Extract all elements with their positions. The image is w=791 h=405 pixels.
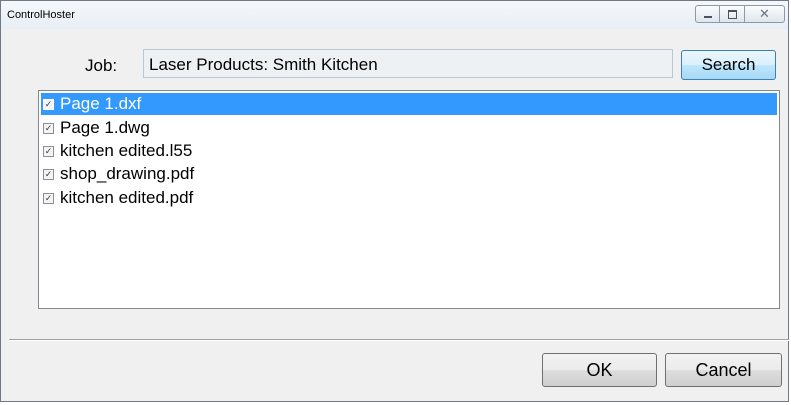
- close-icon: ✕: [759, 6, 770, 21]
- file-name: kitchen edited.l55: [60, 141, 193, 160]
- minimize-button[interactable]: [695, 5, 720, 23]
- title-bar[interactable]: ControlHoster ✕: [1, 1, 788, 29]
- ok-button[interactable]: OK: [542, 353, 657, 387]
- job-field[interactable]: Laser Products: Smith Kitchen: [143, 49, 673, 78]
- list-item[interactable]: ✓ Page 1.dxf: [41, 93, 777, 115]
- list-item[interactable]: ✓ shop_drawing.pdf: [41, 163, 777, 185]
- checkbox-icon[interactable]: ✓: [43, 145, 54, 157]
- checkbox-icon[interactable]: ✓: [43, 168, 54, 180]
- file-name: kitchen edited.pdf: [60, 188, 194, 207]
- file-name: Page 1.dwg: [60, 118, 150, 137]
- checkbox-icon[interactable]: ✓: [43, 98, 54, 110]
- cancel-button[interactable]: Cancel: [665, 353, 782, 387]
- search-button[interactable]: Search: [681, 50, 776, 80]
- file-list[interactable]: ✓ Page 1.dxf ✓ Page 1.dwg ✓ kitchen edit…: [38, 90, 780, 309]
- file-name: Page 1.dxf: [60, 94, 142, 113]
- window-title: ControlHoster: [7, 9, 75, 21]
- maximize-button[interactable]: [720, 5, 745, 23]
- maximize-icon: [727, 9, 737, 19]
- list-item[interactable]: ✓ kitchen edited.l55: [41, 140, 777, 162]
- file-name: shop_drawing.pdf: [60, 164, 195, 183]
- minimize-icon: [703, 15, 712, 18]
- divider: [9, 339, 789, 341]
- checkbox-icon[interactable]: ✓: [43, 192, 54, 204]
- control-hoster-window: ControlHoster ✕ Job: Laser Products: Smi…: [0, 0, 789, 402]
- list-item[interactable]: ✓ Page 1.dwg: [41, 117, 777, 139]
- checkbox-icon[interactable]: ✓: [43, 122, 54, 134]
- close-button[interactable]: ✕: [745, 5, 785, 23]
- job-label: Job:: [85, 56, 118, 75]
- list-item[interactable]: ✓ kitchen edited.pdf: [41, 187, 777, 209]
